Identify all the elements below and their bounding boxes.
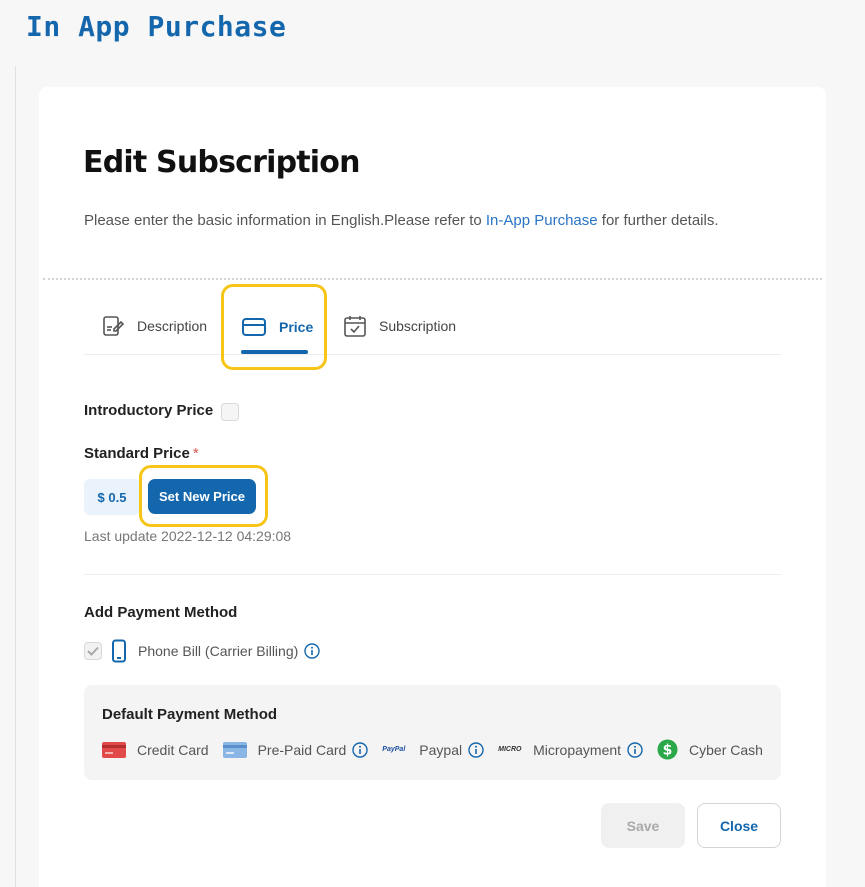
price-tab-highlight	[221, 284, 327, 370]
tab-subscription[interactable]: Subscription	[343, 298, 456, 354]
method-paypal: PayPal Paypal	[382, 742, 484, 758]
cyber-cash-icon: $	[657, 739, 678, 760]
method-micropayment: MICRO Micropayment	[498, 742, 643, 758]
edit-card: Edit Subscription Please enter the basic…	[39, 87, 826, 887]
set-price-highlight	[139, 465, 268, 527]
tab-bar: Description Price Subscription	[84, 299, 781, 355]
info-text: Please enter the basic information in En…	[84, 212, 719, 229]
tab-description[interactable]: Description	[101, 298, 207, 354]
phone-icon	[112, 639, 126, 663]
micropayment-icon: MICRO	[498, 746, 522, 753]
tab-description-label: Description	[137, 318, 208, 334]
method-cyber-cash: $ Cyber Cash	[657, 739, 763, 760]
default-payment-title: Default Payment Method	[102, 706, 278, 723]
card-title: Edit Subscription	[83, 145, 360, 180]
close-button[interactable]: Close	[697, 803, 781, 848]
introductory-price-label: Introductory Price	[84, 402, 214, 419]
info-text-before: Please enter the basic information in En…	[84, 212, 486, 229]
page-title: In App Purchase	[26, 10, 287, 43]
info-text-after: for further details.	[597, 212, 719, 229]
svg-text:$: $	[663, 743, 673, 759]
save-button[interactable]: Save	[601, 803, 685, 848]
payment-methods-list: Credit Card Pre-Paid Card PayPal Paypal	[102, 739, 777, 760]
credit-card-label: Credit Card	[137, 741, 209, 758]
paypal-label: Paypal	[419, 741, 463, 758]
checkmark-icon	[87, 646, 99, 656]
phone-bill-checkbox[interactable]	[84, 642, 102, 660]
section-divider	[43, 278, 822, 280]
standard-price-text: Standard Price	[84, 445, 190, 462]
in-app-purchase-link[interactable]: In-App Purchase	[486, 212, 598, 229]
method-prepaid-card: Pre-Paid Card	[222, 741, 369, 758]
prepaid-card-icon	[222, 741, 247, 758]
credit-card-icon	[102, 741, 126, 758]
cyber-cash-label: Cyber Cash	[689, 741, 763, 758]
phone-bill-label: Phone Bill (Carrier Billing)	[138, 643, 299, 659]
standard-price-label: Standard Price *	[84, 445, 199, 462]
method-credit-card: Credit Card	[102, 741, 209, 758]
price-value: $ 0.5	[84, 479, 140, 515]
prepaid-card-label: Pre-Paid Card	[257, 741, 347, 758]
micropayment-info-icon[interactable]	[627, 741, 643, 758]
add-payment-method-label: Add Payment Method	[84, 604, 238, 621]
micropayment-label: Micropayment	[533, 741, 622, 758]
phone-bill-row: Phone Bill (Carrier Billing)	[84, 639, 320, 663]
prepaid-card-info-icon[interactable]	[352, 741, 368, 758]
calendar-check-icon	[344, 316, 366, 337]
required-mark: *	[192, 445, 199, 462]
document-edit-icon	[103, 316, 125, 336]
paypal-icon: PayPal	[382, 746, 406, 753]
price-divider	[84, 574, 781, 575]
last-update-text: Last update 2022-12-12 04:29:08	[84, 528, 292, 544]
default-payment-box: Default Payment Method Credit Card Pre-P…	[84, 685, 781, 780]
introductory-price-checkbox[interactable]	[221, 403, 239, 421]
phone-bill-info-icon[interactable]	[304, 643, 320, 659]
tab-subscription-label: Subscription	[379, 318, 457, 334]
left-rule	[15, 66, 16, 887]
paypal-info-icon[interactable]	[468, 741, 484, 758]
